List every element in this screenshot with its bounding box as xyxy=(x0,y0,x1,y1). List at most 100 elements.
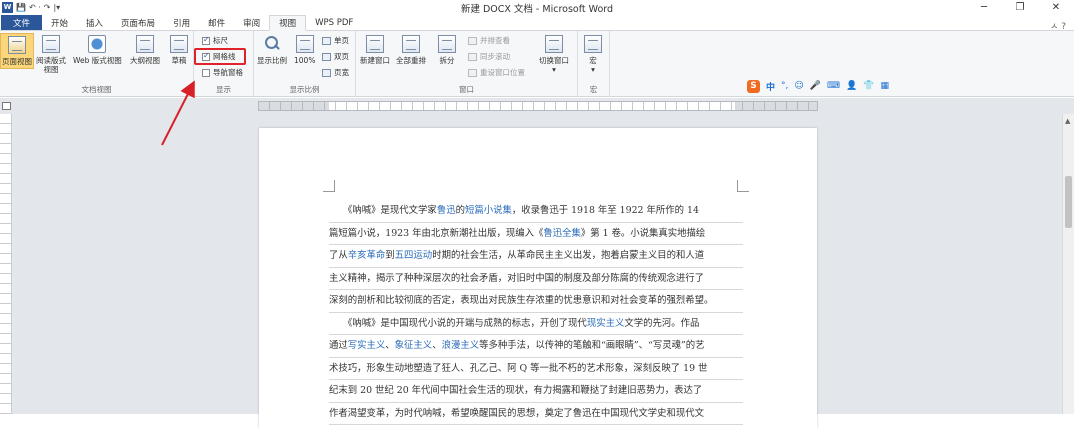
document-line: 纪末到 20 世纪 20 年代间中国社会生活的现状，有力揭露和鞭挞了封建旧恶势力… xyxy=(329,380,743,403)
document-hyperlink[interactable]: 浪漫主义 xyxy=(442,340,480,351)
zoom-button[interactable]: 显示比例 xyxy=(257,35,287,65)
document-text-run: 的 xyxy=(455,205,465,216)
draft-icon xyxy=(170,35,188,53)
draft-label: 草稿 xyxy=(171,56,187,65)
ime-toolbar: S 中 °, ☺ 🎤 ⌨ 👤 👕 ▦ xyxy=(747,79,889,93)
ime-toolbox-icon[interactable]: ▦ xyxy=(880,81,889,91)
tab-references[interactable]: 引用 xyxy=(164,15,199,30)
tab-file[interactable]: 文件 xyxy=(1,15,43,30)
document-hyperlink[interactable]: 辛亥革命 xyxy=(348,250,386,261)
reading-view-label: 阅读版式 视图 xyxy=(36,56,66,74)
document-hyperlink[interactable]: 写实主义 xyxy=(348,340,386,351)
document-line: 深刻的剖析和比较彻底的否定，表现出对民族生存浓重的忧患意识和对社会变革的强烈希望… xyxy=(329,290,743,313)
ruler-checkbox[interactable] xyxy=(202,35,210,45)
minimize-button[interactable]: ─ xyxy=(966,0,1002,14)
vertical-ruler[interactable] xyxy=(0,114,12,414)
group-label-document-views: 文档视图 xyxy=(81,85,112,94)
zoom-100-label: 100% xyxy=(294,56,316,65)
document-text-run: 》第 1 卷。小说集真实地描绘 xyxy=(580,227,706,239)
page-width-icon xyxy=(322,68,331,77)
web-layout-icon xyxy=(88,35,107,53)
vertical-scrollbar[interactable]: ▲ xyxy=(1062,114,1074,414)
scroll-up-icon[interactable]: ▲ xyxy=(1065,117,1070,125)
ime-punctuation-icon[interactable]: °, xyxy=(781,81,788,91)
document-paragraph[interactable]: 《呐喊》是中国现代小说的开端与成熟的标志，开创了现代现实主义文学的先河。作品通过… xyxy=(329,313,743,425)
document-hyperlink[interactable]: 现实主义 xyxy=(587,318,625,329)
document-text-run: 了从 xyxy=(329,250,348,261)
document-text-run: 通过 xyxy=(329,340,348,351)
two-pages-button[interactable]: 双页 xyxy=(322,51,349,62)
outline-label: 大纲视图 xyxy=(130,56,160,65)
maximize-button[interactable]: ❐ xyxy=(1002,0,1038,14)
document-hyperlink[interactable]: 五四运动 xyxy=(395,250,433,261)
document-hyperlink[interactable]: 鲁迅全集 xyxy=(543,228,581,239)
zoom-100-button[interactable]: 100% xyxy=(294,35,315,65)
split-label: 拆分 xyxy=(439,56,455,65)
document-text-run: 等多种手法，以传神的笔触和“画眼睛”、“写灵魂”的艺 xyxy=(479,340,705,351)
synchronous-scrolling-button[interactable]: 同步滚动 xyxy=(468,51,510,62)
document-hyperlink[interactable]: 象征主义 xyxy=(395,340,433,351)
window-controls: ─ ❐ ✕ xyxy=(966,0,1074,14)
group-zoom: 显示比例 100% 单页 双页 页宽 显示比例 xyxy=(254,31,356,97)
print-layout-button[interactable]: 页面视图 xyxy=(0,33,34,69)
ime-mode-indicator[interactable]: 中 xyxy=(766,80,775,93)
tab-selector[interactable] xyxy=(2,102,11,110)
tab-page-layout[interactable]: 页面布局 xyxy=(112,15,164,30)
macros-icon xyxy=(584,35,602,53)
ime-emoji-icon[interactable]: ☺ xyxy=(794,81,803,91)
sync-scroll-icon xyxy=(468,52,477,61)
page-width-button[interactable]: 页宽 xyxy=(322,67,349,78)
print-layout-icon xyxy=(8,36,26,54)
document-line: 术技巧，形象生动地塑造了狂人、孔乙己、阿 Q 等一批不朽的艺术形象，深刻反映了 … xyxy=(329,358,743,380)
web-layout-button[interactable]: Web 版式视图 xyxy=(73,35,122,65)
ruler-checkbox-row[interactable]: 标尺 xyxy=(202,35,228,46)
document-line: 通过写实主义、象征主义、浪漫主义等多种手法，以传神的笔触和“画眼睛”、“写灵魂”… xyxy=(329,335,743,358)
full-screen-reading-button[interactable]: 阅读版式 视图 xyxy=(36,35,66,74)
new-window-button[interactable]: 新建窗口 xyxy=(360,35,390,65)
document-text-run: 深刻的剖析和比较彻底的否定，表现出对民族生存浓重的忧患意识和对社会变革的强烈希望… xyxy=(329,295,714,306)
switch-windows-button[interactable]: 切换窗口 ▾ xyxy=(539,35,569,74)
title-bar: W 💾 ↶ · ↷ |▾ 新建 DOCX 文档 - Microsoft Word… xyxy=(0,0,1074,15)
document-hyperlink[interactable]: 短篇小说集 xyxy=(465,205,512,216)
macros-button[interactable]: 宏 ▾ xyxy=(584,35,602,74)
tab-insert[interactable]: 插入 xyxy=(77,15,112,30)
tab-review[interactable]: 审阅 xyxy=(234,15,269,30)
one-page-label: 单页 xyxy=(334,36,349,45)
ime-voice-icon[interactable]: 🎤 xyxy=(810,81,821,91)
ribbon: 页面视图 阅读版式 视图 Web 版式视图 大纲视图 草稿 文档视图 标尺 网格… xyxy=(0,31,1074,97)
sogou-logo-icon[interactable]: S xyxy=(747,79,760,93)
document-text-run: 、 xyxy=(385,340,395,351)
scrollbar-thumb[interactable] xyxy=(1065,176,1072,228)
one-page-button[interactable]: 单页 xyxy=(322,35,349,46)
view-side-by-side-button[interactable]: 并排查看 xyxy=(468,35,510,46)
horizontal-ruler[interactable] xyxy=(258,101,818,111)
tab-wps-pdf[interactable]: WPS PDF xyxy=(306,15,362,30)
group-label-zoom: 显示比例 xyxy=(289,85,320,94)
ime-keyboard-icon[interactable]: ⌨ xyxy=(827,81,840,91)
tab-view[interactable]: 视图 xyxy=(269,15,307,31)
document-hyperlink[interactable]: 鲁迅 xyxy=(437,205,456,216)
split-icon xyxy=(438,35,456,53)
group-document-views: 页面视图 阅读版式 视图 Web 版式视图 大纲视图 草稿 文档视图 xyxy=(0,31,194,97)
close-button[interactable]: ✕ xyxy=(1038,0,1074,14)
tab-mailings[interactable]: 邮件 xyxy=(199,15,234,30)
document-page[interactable]: 《呐喊》是现代文学家鲁迅的短篇小说集，收录鲁迅于 1918 年至 1922 年所… xyxy=(259,128,817,428)
ime-skin-icon[interactable]: 👕 xyxy=(863,81,874,91)
navigation-pane-label: 导航窗格 xyxy=(213,68,243,77)
arrange-all-button[interactable]: 全部重排 xyxy=(396,35,426,65)
navigation-pane-checkbox-row[interactable]: 导航窗格 xyxy=(202,67,243,78)
two-pages-icon xyxy=(322,52,331,61)
document-paragraph[interactable]: 《呐喊》是现代文学家鲁迅的短篇小说集，收录鲁迅于 1918 年至 1922 年所… xyxy=(329,200,743,313)
navigation-pane-checkbox[interactable] xyxy=(202,68,210,77)
split-button[interactable]: 拆分 xyxy=(438,35,456,65)
document-line: 《呐喊》是中国现代小说的开端与成熟的标志，开创了现代现实主义文学的先河。作品 xyxy=(329,313,743,335)
document-body[interactable]: 《呐喊》是现代文学家鲁迅的短篇小说集，收录鲁迅于 1918 年至 1922 年所… xyxy=(329,200,743,425)
reset-window-position-button[interactable]: 重设窗口位置 xyxy=(468,67,525,78)
document-text-run: 《呐喊》是现代文学家 xyxy=(329,205,437,216)
new-window-label: 新建窗口 xyxy=(360,56,390,65)
document-text-run: 作者渴望变革，为时代呐喊，希望唤醒国民的思想，奠定了鲁迅在中国现代文学史和现代文 xyxy=(329,407,705,419)
draft-button[interactable]: 草稿 xyxy=(170,35,188,65)
tab-home[interactable]: 开始 xyxy=(42,15,77,30)
outline-button[interactable]: 大纲视图 xyxy=(130,35,160,65)
ime-user-icon[interactable]: 👤 xyxy=(846,81,857,91)
